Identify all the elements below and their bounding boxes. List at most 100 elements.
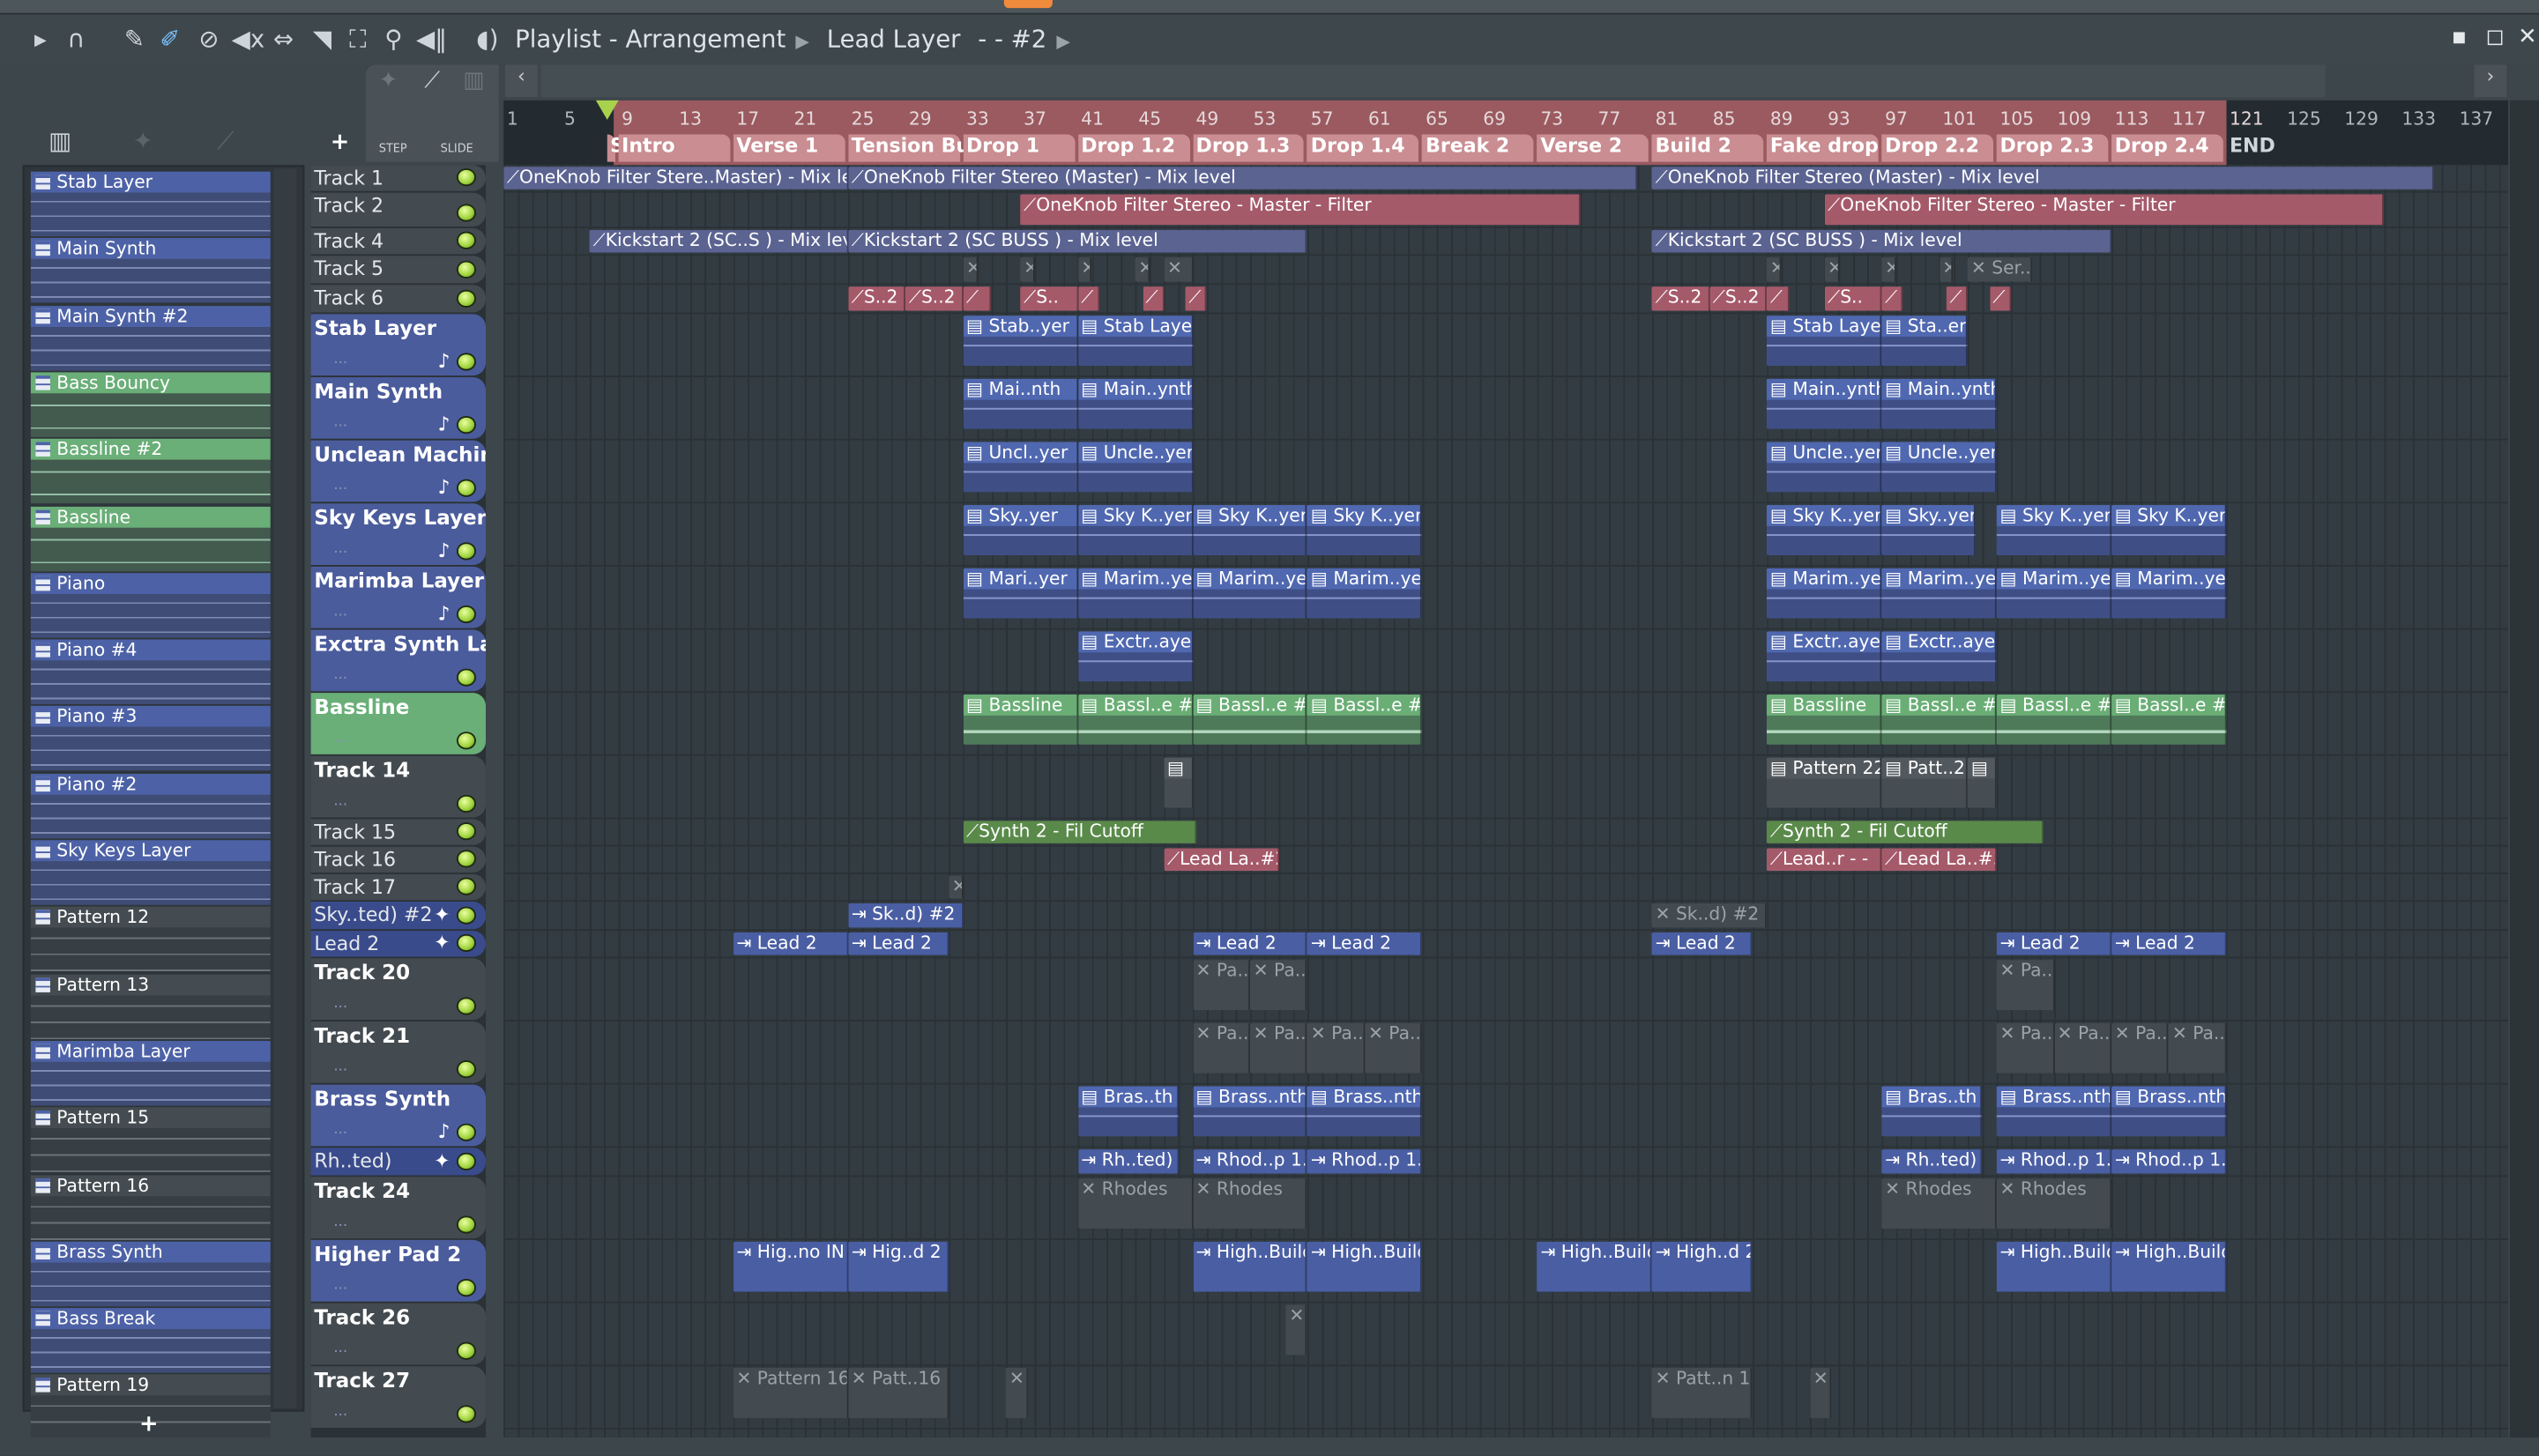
clip[interactable]: ▤ Main..ynth: [1077, 378, 1193, 429]
track-header[interactable]: Track 5: [310, 256, 487, 284]
clip[interactable]: ▤ Sky K..yer: [1996, 505, 2112, 555]
clip[interactable]: ▤ Uncle..yer: [1767, 442, 1882, 493]
track-enable-toggle[interactable]: [456, 289, 476, 308]
clip[interactable]: ▤ Stab Layer: [1077, 316, 1193, 367]
track-options[interactable]: ···: [333, 799, 347, 814]
clip[interactable]: ⇥ Lead 2: [1307, 932, 1423, 955]
play-arrow-icon[interactable]: ▸: [26, 25, 55, 54]
picker-item[interactable]: Pattern 13: [30, 973, 271, 1039]
clip[interactable]: ▤ Bassl..e #2: [1996, 694, 2112, 745]
clip[interactable]: ✕: [1006, 1368, 1028, 1418]
section-marker[interactable]: Break 2: [1422, 134, 1535, 162]
track-lane[interactable]: [503, 629, 2509, 694]
add-pattern-button[interactable]: +: [139, 1412, 159, 1437]
track-options[interactable]: ···: [333, 482, 347, 498]
clip[interactable]: ✕ Patt..16: [848, 1368, 949, 1418]
clip[interactable]: ⇥ Rh..ted): [1077, 1149, 1179, 1174]
section-marker[interactable]: Drop 2.4: [2111, 134, 2223, 162]
section-marker[interactable]: Drop 2.3: [1996, 134, 2109, 162]
clip[interactable]: ✕ Rhodes: [1077, 1178, 1193, 1229]
clip[interactable]: ✕ Rhodes: [1881, 1178, 1997, 1229]
clip[interactable]: ✕: [1285, 1304, 1308, 1356]
clip[interactable]: ▤ Marim..yer: [1077, 568, 1193, 619]
picker-item[interactable]: Marimba Layer: [30, 1040, 271, 1106]
picker-item[interactable]: Piano #4: [30, 639, 271, 705]
track-header[interactable]: Lead 2 ✦: [310, 931, 487, 957]
section-marker[interactable]: Verse 2: [1537, 134, 1649, 162]
playback-icon[interactable]: ◀‖: [416, 25, 447, 54]
track-header[interactable]: Stab Layer ··· ♪: [310, 314, 487, 376]
track-header[interactable]: Track 16: [310, 846, 487, 873]
track-enable-toggle[interactable]: [456, 1152, 476, 1170]
clip[interactable]: ⟋OneKnob Filter Stereo (Master) - Mix le…: [848, 167, 1638, 189]
clip[interactable]: ⟋: [1767, 286, 1789, 311]
track-options[interactable]: ···: [333, 735, 347, 751]
clip[interactable]: ▤ Bassl..e #2: [1881, 694, 1997, 745]
track-options[interactable]: ···: [333, 1064, 347, 1080]
clip[interactable]: ▤ Brass..nth: [1192, 1086, 1308, 1137]
track-options[interactable]: ···: [333, 1000, 347, 1016]
clip[interactable]: ✕ Rhodes: [1996, 1178, 2112, 1229]
clip[interactable]: ✕: [1020, 257, 1035, 282]
track-enable-toggle[interactable]: [456, 1405, 476, 1423]
track-lane[interactable]: [503, 756, 2509, 820]
clip[interactable]: ⇥ Lead 2: [1996, 932, 2112, 955]
clip[interactable]: ⇥ Lead 2: [1651, 932, 1753, 955]
clip[interactable]: ⇥ High..Build: [2111, 1241, 2227, 1292]
clip[interactable]: ⟋: [1946, 286, 1969, 311]
clip[interactable]: ✕: [1767, 257, 1782, 282]
clip[interactable]: ▤ Marim..yer: [2111, 568, 2227, 619]
track-header[interactable]: Track 20 ···: [310, 958, 487, 1021]
picker-item[interactable]: Pattern 15: [30, 1107, 271, 1173]
track-header[interactable]: Track 4: [310, 227, 487, 255]
clip[interactable]: ✕ Pa..: [1307, 1022, 1366, 1073]
automation-icon[interactable]: ⟋: [217, 126, 234, 155]
clip[interactable]: ⇥ High..Build: [1996, 1241, 2112, 1292]
clip[interactable]: ▤ Brass..nth: [2111, 1086, 2227, 1137]
vertical-scrollbar[interactable]: [2509, 100, 2539, 1438]
section-marker[interactable]: Fake drop: [1767, 134, 1879, 162]
track-enable-toggle[interactable]: [456, 906, 476, 925]
track-header[interactable]: Track 21 ···: [310, 1021, 487, 1083]
track-header[interactable]: Track 15: [310, 819, 487, 845]
clip[interactable]: ▤ Exctr..ayer: [1767, 631, 1882, 682]
clip[interactable]: ⟋Kickstart 2 (SC BUSS ) - Mix level: [1651, 229, 2112, 253]
picker-item[interactable]: Piano #3: [30, 706, 271, 772]
clip[interactable]: ⟋S..2: [1651, 286, 1710, 311]
section-marker[interactable]: Build 2: [1651, 134, 1764, 162]
clip[interactable]: ▤ Marim..yer: [1767, 568, 1882, 619]
clip[interactable]: ⟋Lead La..#2: [1164, 848, 1279, 872]
clip[interactable]: ✕ Pa..: [2169, 1022, 2227, 1073]
clip[interactable]: ⟋Synth 2 - Fil Cutoff: [963, 821, 1197, 843]
clip[interactable]: ⟋S..: [1020, 286, 1078, 311]
step-toggle[interactable]: STEP: [379, 143, 407, 156]
clip[interactable]: ⇥ High..Build: [1537, 1241, 1652, 1292]
track-enable-toggle[interactable]: [456, 668, 476, 687]
clip[interactable]: ✕: [1881, 257, 1896, 282]
clip[interactable]: ▤ Sky K..yer: [2111, 505, 2227, 555]
clip[interactable]: ▤ Bras..th: [1077, 1086, 1179, 1137]
track-enable-toggle[interactable]: [456, 204, 476, 222]
clip[interactable]: ⟋: [1077, 286, 1099, 311]
track-lane[interactable]: [503, 1304, 2509, 1367]
track-header[interactable]: Sky..ted) #2 ✦: [310, 902, 487, 930]
clip[interactable]: ⇥ High..Build: [1192, 1241, 1308, 1292]
track-header[interactable]: Track 24 ···: [310, 1177, 487, 1239]
track-enable-toggle[interactable]: [456, 794, 476, 813]
pattern-selector[interactable]: Lead Layer: [827, 25, 961, 54]
paint-icon[interactable]: ✐: [155, 25, 184, 54]
track-enable-toggle[interactable]: [456, 1060, 476, 1079]
track-header[interactable]: Track 26 ···: [310, 1303, 487, 1365]
clip[interactable]: ▤ Bassl..e #2: [1307, 694, 1423, 745]
track-enable-toggle[interactable]: [456, 997, 476, 1015]
clip[interactable]: ⇥ Lead 2: [848, 932, 949, 955]
magnet-icon[interactable]: ∩: [62, 25, 91, 54]
track-options[interactable]: ···: [333, 609, 347, 625]
clip[interactable]: ⇥ Rhod..p 1.3: [1307, 1149, 1423, 1174]
track-enable-toggle[interactable]: [456, 822, 476, 841]
track-header[interactable]: Marimba Layer ··· ♪: [310, 566, 487, 628]
picker-scrollbar[interactable]: [273, 168, 297, 1408]
clip[interactable]: ⟋Lead La..#3: [1881, 848, 1997, 872]
scroll-right-button[interactable]: ›: [2474, 64, 2507, 98]
clip[interactable]: ✕: [1939, 257, 1954, 282]
